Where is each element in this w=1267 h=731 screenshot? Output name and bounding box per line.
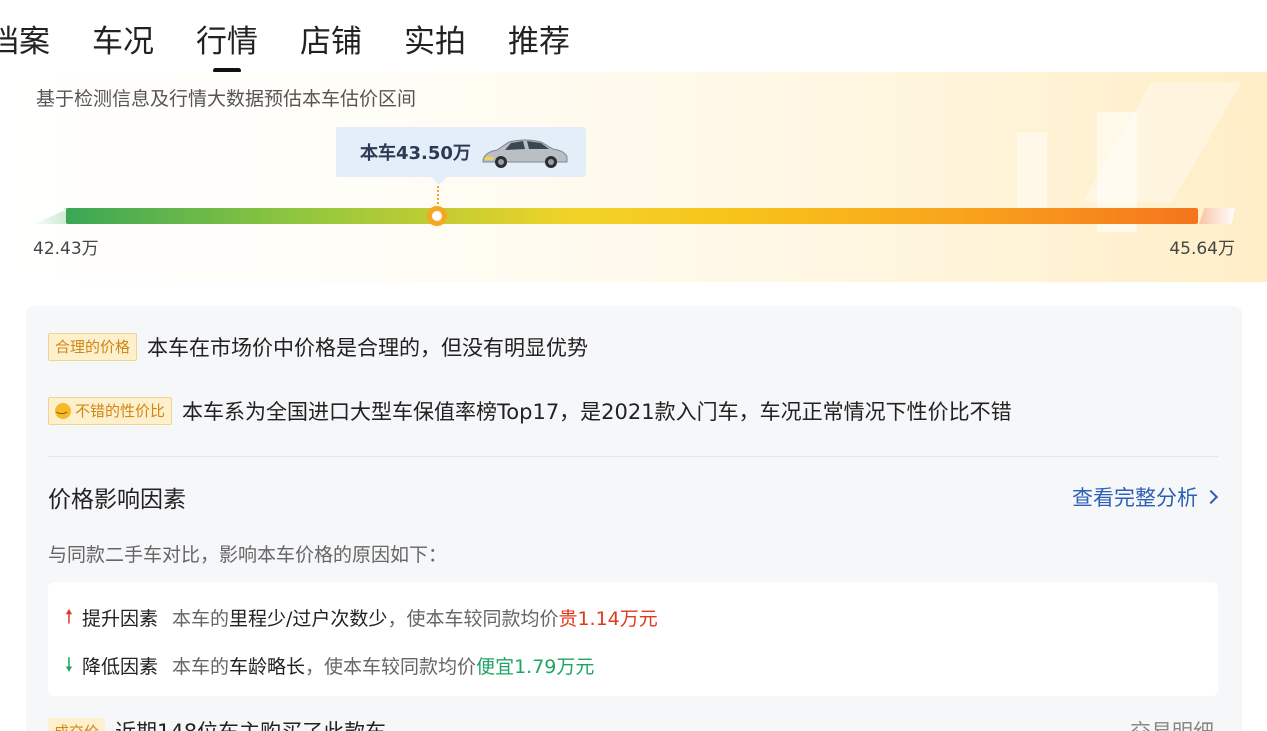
tab-store[interactable]: 店铺 xyxy=(300,20,362,64)
tab-market[interactable]: 行情 xyxy=(196,20,258,64)
view-full-analysis-link[interactable]: 查看完整分析 xyxy=(1072,482,1219,512)
price-analysis-card: 合理的价格 本车在市场价中价格是合理的，但没有明显优势 不错的性价比 本车系为全… xyxy=(26,306,1242,731)
this-car-price-marker xyxy=(427,206,447,226)
deal-price-row[interactable]: 成交价 近期148位车主购买了此款车 交易明细 xyxy=(48,716,1218,731)
this-car-price-label: 本车43.50万 xyxy=(360,143,471,164)
this-car-price-pin: 本车43.50万 xyxy=(336,127,586,185)
estimate-description: 基于检测信息及行情大数据预估本车估价区间 xyxy=(36,88,417,110)
arrow-up-icon: 🠕 xyxy=(64,606,74,628)
chevron-right-icon xyxy=(1203,489,1219,505)
list-item: 🠗 降低因素 本车的 车龄略长 ，使本车较同款均价 便宜1.79万元 xyxy=(62,652,594,679)
price-factors-title: 价格影响因素 xyxy=(48,487,186,513)
top-tab-bar: 档案 车况 行情 店铺 实拍 推荐 xyxy=(0,14,612,64)
car-icon xyxy=(482,139,568,168)
tab-recommend[interactable]: 推荐 xyxy=(508,20,570,64)
price-factors-subtitle: 与同款二手车对比，影响本车价格的原因如下： xyxy=(48,544,448,566)
deal-price-badge: 成交价 xyxy=(48,717,106,731)
price-increase-value: 贵1.14万元 xyxy=(558,608,658,630)
price-decrease-value: 便宜1.79万元 xyxy=(476,656,595,678)
divider xyxy=(48,456,1218,457)
list-item: 🠕 提升因素 本车的 里程少/过户次数少 ，使本车较同款均价 贵1.14万元 xyxy=(62,604,658,631)
reasonable-price-badge: 合理的价格 xyxy=(48,333,138,361)
verdict-row: 合理的价格 本车在市场价中价格是合理的，但没有明显优势 xyxy=(48,332,588,362)
verdict-text: 本车系为全国进口大型车保值率榜Top17，是2021款入门车，车况正常情况下性价… xyxy=(182,400,1012,424)
track-cap-right xyxy=(1199,208,1235,224)
transaction-details-link[interactable]: 交易明细 xyxy=(1130,716,1214,731)
price-range-high: 45.64万 xyxy=(1169,239,1235,259)
price-gradient-bar xyxy=(66,208,1198,224)
factor-list: 🠕 提升因素 本车的 里程少/过户次数少 ，使本车较同款均价 贵1.14万元 🠗… xyxy=(48,582,1218,696)
tab-photos[interactable]: 实拍 xyxy=(404,20,466,64)
price-range-track xyxy=(30,208,1235,224)
banner-decoration xyxy=(1017,132,1047,212)
verdict-row: 不错的性价比 本车系为全国进口大型车保值率榜Top17，是2021款入门车，车况… xyxy=(48,396,1012,426)
price-range-low: 42.43万 xyxy=(33,239,99,259)
arrow-down-icon: 🠗 xyxy=(64,654,74,676)
track-cap-left xyxy=(34,208,70,224)
smile-icon xyxy=(55,397,71,419)
verdict-text: 本车在市场价中价格是合理的，但没有明显优势 xyxy=(147,336,589,360)
tab-condition[interactable]: 车况 xyxy=(92,20,154,64)
value-badge: 不错的性价比 xyxy=(48,397,173,425)
tab-archive[interactable]: 档案 xyxy=(0,20,50,64)
deal-price-text: 近期148位车主购买了此款车 xyxy=(115,716,386,731)
price-pin-connector xyxy=(437,186,439,204)
